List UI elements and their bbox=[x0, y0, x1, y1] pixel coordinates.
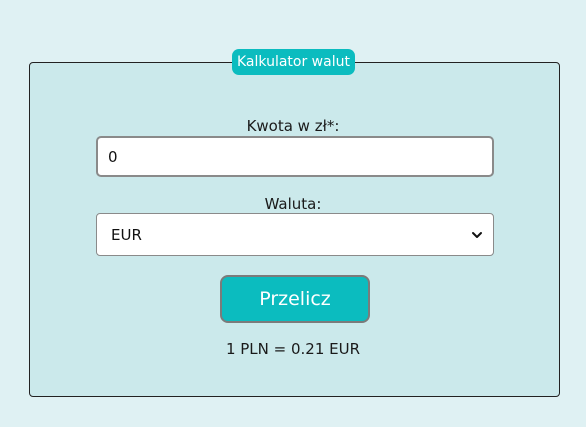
amount-label: Kwota w zł*: bbox=[246, 117, 340, 135]
calculator-title: Kalkulator walut bbox=[232, 49, 355, 75]
currency-label: Waluta: bbox=[264, 195, 322, 213]
chevron-down-icon bbox=[471, 229, 483, 241]
conversion-result: 1 PLN = 0.21 EUR bbox=[225, 340, 361, 358]
amount-input[interactable] bbox=[96, 136, 494, 177]
currency-selected-value: EUR bbox=[111, 225, 142, 244]
currency-select[interactable]: EUR bbox=[96, 213, 494, 256]
convert-button[interactable]: Przelicz bbox=[220, 275, 370, 323]
